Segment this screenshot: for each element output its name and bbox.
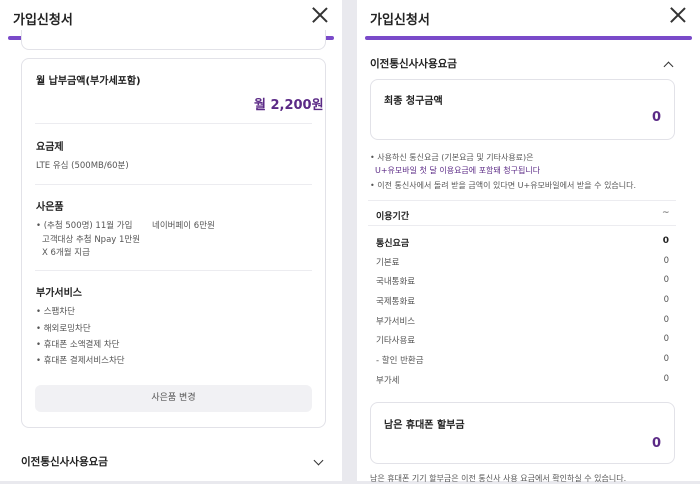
monthly-payment-amount: 월 2,200원 [254,98,324,113]
period-label: 이용기간 [376,212,410,222]
right-header: 가입신청서 [357,0,700,38]
left-close-icon[interactable] [312,7,328,23]
fee-row-value: 0 [663,295,669,305]
final-amount-label: 최종 청구금액 [384,96,443,107]
fee-row-value: 0 [662,236,669,246]
divider [35,184,312,185]
fee-row-label: 기타사용료 [376,336,416,346]
divider [35,123,312,124]
left-header-title: 가입신청서 [13,13,73,28]
fee-row-value: 0 [663,315,669,325]
note-1: • 사용하신 통신요금 (기본요금 및 기타사용료)은 [370,153,534,162]
fee-row-label: 국제통화료 [376,297,416,307]
remaining-installment-label: 남은 휴대폰 할부금 [384,420,465,431]
addon-item: • 스팸차단 [36,307,75,317]
final-amount-value: 0 [652,110,662,125]
fee-row-value: 0 [663,256,669,266]
previous-card-edge [21,30,326,50]
gift-line-3: X 6개월 지급 [42,248,90,258]
fee-row-value: 0 [663,374,669,384]
gift-line-2: 고객대상 추첨 Npay 1만원 [42,235,141,245]
remaining-installment-card [370,402,675,464]
bottom-note: 남은 휴대폰 기기 할부금은 이전 통신사 사용 요금에서 확인하실 수 있습니… [370,474,627,483]
prev-carrier-section-title: 이전통신사사용요금 [21,456,108,468]
right-progress-bar [365,36,692,40]
fee-row-value: 0 [663,354,669,364]
fee-row-label: 기본료 [376,258,400,268]
right-close-icon[interactable] [670,7,686,23]
final-amount-card [370,79,675,140]
prev-carrier-section-toggle[interactable]: 이전통신사사용요금 [0,444,342,481]
remaining-installment-value: 0 [652,436,662,451]
addon-item: • 휴대폰 결제서비스차단 [36,356,125,366]
addon-item: • 휴대폰 소액결제 차단 [36,340,120,350]
gift-line-1-right: 네이버페이 6만원 [152,221,215,231]
addon-item: • 해외로밍차단 [36,324,91,334]
fee-row-value: 0 [663,334,669,344]
note-1b: U+유모바일 첫 달 이용요금에 포함돼 청구됩니다 [375,166,541,175]
right-section-header[interactable]: 이전통신사사용요금 [357,48,700,76]
divider [35,270,312,271]
addon-label: 부가서비스 [36,288,82,299]
left-application-panel: 가입신청서 월 납부금액(부가세포함) 월 2,200원 요금제 LTE 유심 … [0,0,342,481]
fee-row-label: - 할인 반환금 [376,356,424,366]
divider [368,200,676,201]
fee-row-value: 0 [663,275,669,285]
note-2: • 이전 통신사에서 돌려 받을 금액이 있다면 U+유모바일에서 받을 수 있… [370,181,637,190]
monthly-payment-label: 월 납부금액(부가세포함) [36,76,141,87]
fee-row-label: 통신요금 [376,239,410,249]
gift-label: 사은품 [36,202,64,213]
fee-row-label: 부가세 [376,376,400,386]
right-section-title: 이전통신사사용요금 [370,58,457,70]
period-value: ~ [662,208,670,218]
divider [368,225,676,226]
chevron-down-icon [313,455,324,466]
gift-line-1: • (추첨 500명) 11월 가입 [36,221,133,231]
plan-label: 요금제 [36,142,64,153]
change-gift-button[interactable]: 사은품 변경 [35,385,312,412]
fee-row-label: 국내통화료 [376,277,416,287]
chevron-up-icon [663,61,674,72]
plan-value: LTE 유심 (500MB/60분) [36,161,129,171]
right-header-title: 가입신청서 [370,13,430,28]
fee-row-label: 부가서비스 [376,317,416,327]
